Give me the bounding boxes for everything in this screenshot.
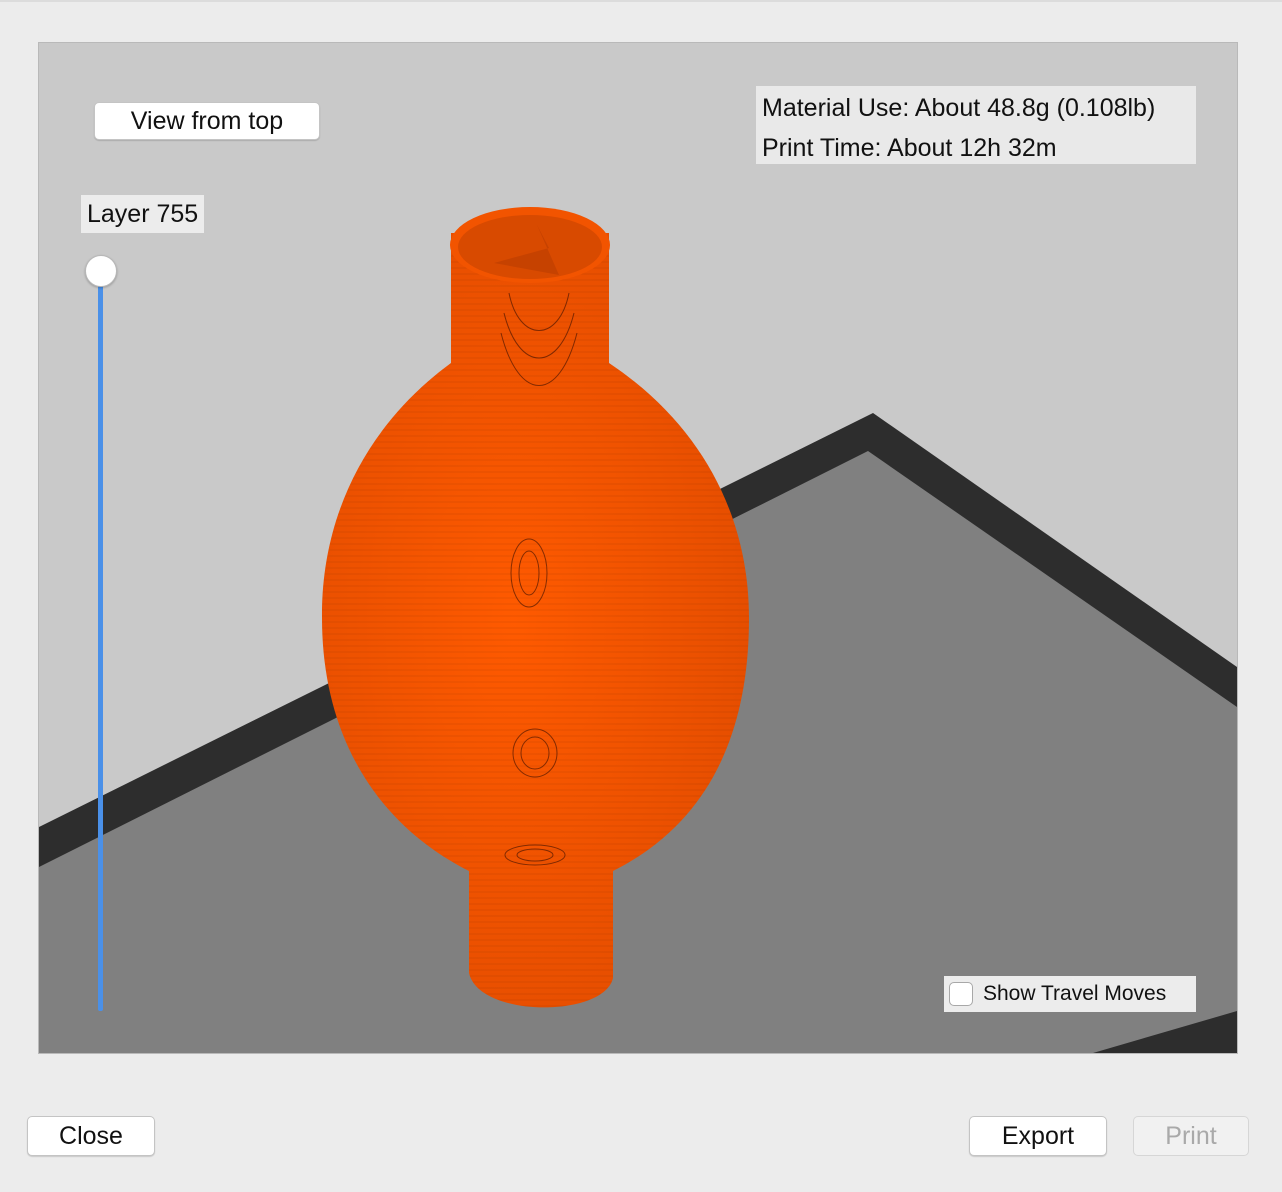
layer-label: Layer 755 [81, 195, 205, 233]
show-travel-moves-checkbox[interactable] [949, 982, 973, 1006]
close-button[interactable]: Close [27, 1116, 155, 1156]
layer-slider-track[interactable] [98, 271, 103, 1011]
print-preview-window: View from top Layer 755 Material Use: Ab… [0, 0, 1282, 1192]
show-travel-moves-toggle[interactable]: Show Travel Moves [944, 976, 1196, 1012]
export-button[interactable]: Export [969, 1116, 1107, 1156]
title-strip [0, 0, 1282, 2]
view-from-top-button[interactable]: View from top [94, 102, 320, 140]
show-travel-moves-label: Show Travel Moves [983, 982, 1167, 1005]
scene-render[interactable] [39, 43, 1237, 1053]
print-button: Print [1133, 1116, 1249, 1156]
3d-viewport[interactable]: View from top Layer 755 Material Use: Ab… [38, 42, 1238, 1054]
print-time-text: Print Time: About 12h 32m [762, 134, 1057, 162]
layer-slider-thumb[interactable] [85, 255, 117, 287]
print-stats-panel: Material Use: About 48.8g (0.108lb) Prin… [756, 86, 1196, 164]
material-use-text: Material Use: About 48.8g (0.108lb) [762, 94, 1156, 122]
